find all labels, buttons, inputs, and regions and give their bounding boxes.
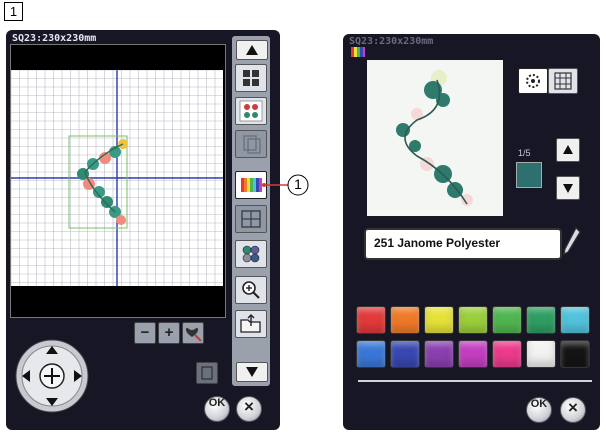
color-swatch[interactable] [390,306,420,334]
thread-name-text: 251 Janome Polyester [374,236,501,250]
color-mode-icon [351,44,365,57]
zoom-in-button[interactable]: + [158,322,180,344]
open-folder-button[interactable] [235,310,267,338]
color-sort-icon [242,245,260,263]
color-sort-button[interactable] [235,240,267,268]
current-color-swatch [516,162,542,188]
copy-button[interactable] [235,130,267,158]
arrow-down-icon [563,184,573,193]
close-button[interactable]: × [236,396,262,422]
jog-dial[interactable] [14,338,90,414]
color-swatch[interactable] [356,306,386,334]
color-palette [350,306,596,376]
thread-name-field[interactable]: 251 Janome Polyester [364,228,562,260]
heart-pointer-icon [186,327,202,342]
scroll-down-button[interactable] [236,362,268,382]
hoop-size-label: SQ23:230x230mm [12,33,97,44]
color-swatch[interactable] [526,306,556,334]
group-button[interactable] [235,205,267,233]
arrow-up-icon [246,45,258,55]
design-grid[interactable] [11,70,223,286]
layout-icon [243,70,259,86]
stitch-view-icon [526,74,540,88]
color-swatch[interactable] [560,306,590,334]
zoom-out-button[interactable]: − [134,322,156,344]
color-swatch[interactable] [356,340,386,368]
ok-button-2[interactable]: OK [526,397,552,423]
color-swatch[interactable] [560,340,590,368]
callout-number: 1 [294,176,302,192]
layout-button[interactable] [235,64,267,92]
scroll-up-button[interactable] [236,40,268,60]
grid-svg [11,70,223,286]
mirror-button[interactable] [235,97,267,125]
adjust-button[interactable] [182,322,204,344]
color-swatch[interactable] [458,340,488,368]
mirror-icon [239,100,263,122]
grid-view-icon [554,72,572,90]
arrow-up-icon [563,145,573,154]
color-swatch[interactable] [492,340,522,368]
grid-view-button[interactable] [548,68,578,94]
open-folder-icon [240,314,261,333]
color-up-button[interactable] [556,138,580,162]
color-swatch[interactable] [390,340,420,368]
close-button-2[interactable]: × [560,397,586,423]
pattern-start-button[interactable] [196,362,218,384]
zoom-icon [242,281,260,299]
copy-icon [243,135,261,154]
arrow-down-icon [246,367,258,377]
design-preview [367,60,503,216]
zoom-button[interactable] [235,276,267,304]
pattern-start-icon [201,366,213,380]
step-marker: 1 [4,2,23,21]
color-swatch[interactable] [424,306,454,334]
color-page-indicator: 1/5 [518,148,531,158]
color-swatch[interactable] [458,306,488,334]
embroidery-preview-icon [396,70,473,206]
color-swatch[interactable] [492,306,522,334]
color-swatch[interactable] [424,340,454,368]
group-icon [241,210,261,228]
ok-button[interactable]: OK [204,396,230,422]
edit-thread-button[interactable] [560,226,582,256]
stitch-view-button[interactable] [518,68,548,94]
color-down-button[interactable] [556,176,580,200]
palette-divider [358,380,592,382]
color-swatch[interactable] [526,340,556,368]
pencil-icon [563,226,581,256]
embroidery-design-icon [77,139,128,225]
